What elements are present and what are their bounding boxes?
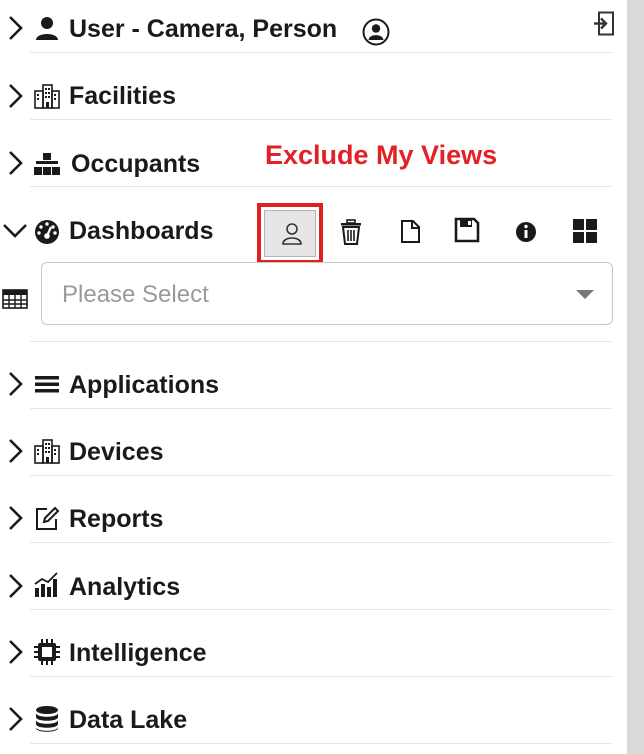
bar-chart-icon <box>34 572 58 597</box>
nav-label-dashboards: Dashboards <box>69 217 214 245</box>
nav-label-intelligence: Intelligence <box>69 639 207 667</box>
nav-label-facilities: Facilities <box>69 82 176 110</box>
nav-label-analytics: Analytics <box>69 573 181 601</box>
annotation-exclude-my-views: Exclude My Views <box>265 140 498 170</box>
chevron-right-icon <box>9 506 23 530</box>
nav-item-analytics[interactable]: Analytics <box>0 543 612 610</box>
chevron-right-icon <box>9 707 23 731</box>
chevron-down-icon <box>3 224 27 238</box>
divider <box>30 743 612 744</box>
scrollbar[interactable] <box>627 0 644 754</box>
chevron-right-icon <box>9 372 23 396</box>
database-icon <box>36 706 58 732</box>
trash-icon[interactable] <box>337 218 365 246</box>
nav-item-devices[interactable]: Devices <box>0 409 612 476</box>
chevron-right-icon <box>9 84 23 108</box>
nav-label-occupants: Occupants <box>71 150 201 178</box>
nav-item-facilities[interactable]: Facilities <box>0 53 612 120</box>
nav-item-data-lake[interactable]: Data Lake <box>0 677 612 744</box>
chevron-right-icon <box>9 16 23 40</box>
building-icon <box>34 439 60 464</box>
building-icon <box>34 84 60 109</box>
list-icon <box>35 376 59 393</box>
edit-icon <box>36 506 60 530</box>
nav-item-applications[interactable]: Applications <box>0 342 612 409</box>
nav-label-applications: Applications <box>69 371 220 399</box>
nav-label-reports: Reports <box>69 505 164 533</box>
chevron-right-icon <box>9 151 23 175</box>
nav-item-reports[interactable]: Reports <box>0 476 612 543</box>
info-icon[interactable] <box>512 218 540 246</box>
caret-down-icon <box>576 290 594 299</box>
exclude-my-views-button[interactable] <box>257 203 323 264</box>
nav-label-data-lake: Data Lake <box>69 706 188 734</box>
tachometer-icon <box>35 220 59 244</box>
chevron-right-icon <box>9 439 23 463</box>
sidebar-panel: User - Camera, Person Facilities Occupan… <box>0 0 627 754</box>
chip-icon <box>34 639 60 665</box>
person-icon <box>36 17 58 40</box>
nav-label-devices: Devices <box>69 438 164 466</box>
user-outline-icon <box>282 223 302 245</box>
chevron-right-icon <box>9 640 23 664</box>
grid-icon[interactable] <box>571 217 599 245</box>
copy-icon[interactable] <box>396 217 424 245</box>
nav-label-user: User - Camera, Person <box>69 15 338 43</box>
table-icon <box>2 289 28 309</box>
chevron-right-icon <box>9 574 23 598</box>
dashboard-select[interactable]: Please Select <box>41 262 613 325</box>
user-circle-icon[interactable] <box>362 18 390 46</box>
nav-item-intelligence[interactable]: Intelligence <box>0 610 612 677</box>
select-placeholder: Please Select <box>62 281 209 308</box>
save-icon[interactable] <box>453 216 481 244</box>
sitemap-icon <box>34 153 60 175</box>
